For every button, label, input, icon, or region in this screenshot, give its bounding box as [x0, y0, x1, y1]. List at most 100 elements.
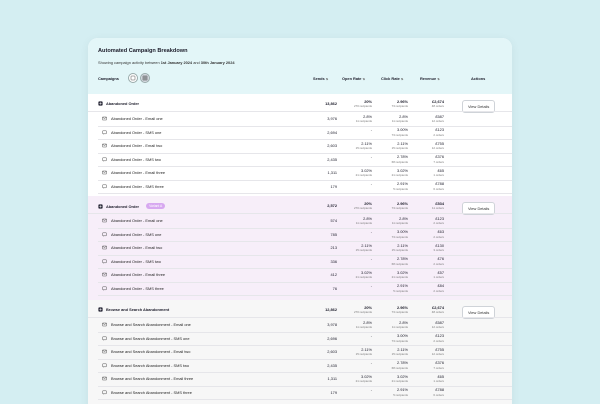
campaign-row[interactable]: Browse and Search Abandonment 12,862 20%… — [88, 303, 512, 319]
click-value: 2.96% — [396, 200, 408, 206]
sub-campaign-row[interactable]: Abandoned Order - Email three 1,311 3.02… — [88, 166, 512, 180]
sends-cell: 3,978 — [307, 322, 337, 327]
click-value: 3.00% — [396, 229, 408, 234]
sub-campaign-row[interactable]: Abandoned Order - SMS two 336 - 2.78% 68… — [88, 255, 512, 269]
sub-campaign-name: Abandoned Order - SMS one — [102, 130, 161, 135]
open-cell: 2.11% 15 recipients — [338, 141, 372, 151]
sends-value: 2,603 — [327, 349, 337, 354]
rev-sub: 11 orders — [432, 206, 444, 210]
rev-cell: £63 2 orders — [410, 229, 444, 239]
col-click-rate[interactable]: Click Rate⇅ — [381, 76, 403, 81]
sub-campaign-row[interactable]: Abandoned Order - Email three 412 3.02% … — [88, 268, 512, 282]
date-start: 1st January 2024 — [160, 60, 193, 65]
sub-campaign-row[interactable]: Abandoned Order - SMS two 2,435 - 2.78% … — [88, 153, 512, 167]
sub-campaign-name: Abandoned Order - SMS three — [102, 184, 164, 189]
click-value: 3.00% — [396, 127, 408, 132]
rev-sub: 1 orders — [433, 173, 444, 177]
variant-badge[interactable]: Variant A — [146, 203, 166, 209]
grid-view-button[interactable] — [140, 73, 150, 83]
column-header-row: Campaigns Sends⇅ Open Rate⇅ Click Rate⇅ … — [98, 73, 502, 87]
sends-value: 2,572 — [327, 203, 337, 208]
sub-campaign-row[interactable]: Abandoned Order - Email one 574 2.8% 11 … — [88, 214, 512, 228]
row-divider — [98, 399, 512, 400]
rev-sub: 6 orders — [433, 186, 444, 191]
sends-value: 3,978 — [327, 322, 337, 327]
click-sub: 5 recipients — [393, 392, 408, 397]
click-cell: 2.96% 73 recipients — [374, 305, 408, 315]
sms-icon — [102, 157, 107, 162]
sub-campaign-row[interactable]: Browse and Search Abandonment - SMS two … — [88, 359, 512, 373]
click-value: 2.78% — [396, 360, 408, 365]
col-open-rate[interactable]: Open Rate⇅ — [342, 76, 365, 81]
rev-value: £57 — [437, 269, 445, 275]
rev-cell: £376 7 orders — [410, 154, 444, 164]
rev-cell: £65 1 orders — [410, 168, 444, 178]
sends-cell: 12,862 — [307, 307, 337, 312]
grid-icon — [142, 75, 148, 81]
rev-sub: 7 orders — [433, 365, 444, 370]
open-value: - — [370, 283, 372, 288]
sends-cell: 336 — [307, 259, 338, 264]
open-cell: 2.8% 11 recipients — [338, 216, 372, 226]
email-icon — [102, 272, 107, 277]
sub-campaign-title: Abandoned Order - Email one — [111, 218, 163, 223]
sub-campaign-row[interactable]: Abandoned Order - Email two 2,603 2.11% … — [88, 139, 512, 153]
sort-icon: ⇅ — [362, 77, 365, 81]
sub-campaign-row[interactable]: Browse and Search Abandonment - SMS thre… — [88, 386, 512, 400]
sub-campaign-row[interactable]: Browse and Search Abandonment - Email tw… — [88, 345, 512, 359]
open-value: - — [370, 229, 372, 234]
list-view-button[interactable] — [128, 73, 138, 83]
click-cell: 2.11% 15 recipients — [374, 243, 408, 253]
sub-campaign-row[interactable]: Abandoned Order - SMS three 179 - 2.91% … — [88, 180, 512, 194]
open-cell: 20% 270 recipients — [338, 201, 372, 211]
campaign-row[interactable]: Abandoned Order 13,862 20% 270 recipient… — [88, 97, 512, 113]
click-value: 3.02% — [396, 373, 408, 379]
rev-value: £76 — [437, 256, 445, 261]
sends-value: 12,862 — [325, 307, 337, 312]
sub-campaign-row[interactable]: Abandoned Order - SMS three 76 - 2.91% 5… — [88, 282, 512, 296]
sms-icon — [102, 286, 107, 291]
sends-cell: 785 — [307, 232, 338, 237]
sub-campaign-title: Browse and Search Abandonment - Email th… — [111, 376, 194, 381]
sub-campaign-row[interactable]: Browse and Search Abandonment - Email on… — [88, 318, 512, 332]
sub-campaign-row[interactable]: Abandoned Order - SMS one 2,694 - 3.00% … — [88, 126, 512, 140]
open-value: 2.11% — [361, 140, 372, 146]
open-value: - — [370, 127, 372, 132]
sub-campaign-row[interactable]: Browse and Search Abandonment - Email th… — [88, 372, 512, 386]
click-sub: 15 recipients — [391, 352, 408, 356]
sends-cell: 13,862 — [307, 101, 337, 106]
click-cell: 2.78% 68 recipients — [374, 154, 408, 164]
click-sub: 15 recipients — [391, 248, 408, 252]
col-sends[interactable]: Sends⇅ — [313, 76, 328, 81]
click-cell: 3.02% 21 recipients — [374, 374, 408, 384]
sms-icon — [102, 390, 107, 395]
click-value: 2.91% — [396, 387, 408, 392]
sub-campaign-row[interactable]: Abandoned Order - SMS one 785 - 3.00% 73… — [88, 228, 512, 242]
campaign-title: Browse and Search Abandonment — [106, 307, 170, 312]
sub-campaign-title: Abandoned Order - Email three — [111, 170, 166, 175]
open-value: 2.8% — [363, 215, 372, 221]
sub-campaign-row[interactable]: Abandoned Order - Email two 213 2.11% 15… — [88, 241, 512, 255]
sub-campaign-title: Browse and Search Abandonment - SMS two — [111, 362, 190, 368]
campaign-group: Abandoned Order Variant A 2,572 20% 270 … — [88, 196, 512, 300]
click-sub: 11 recipients — [391, 325, 408, 329]
open-sub: 15 recipients — [355, 146, 372, 150]
rev-sub: 2 orders — [433, 288, 444, 293]
rev-sub: 48 orders — [431, 310, 444, 314]
sub-campaign-row[interactable]: Abandoned Order - Email one 3,976 2.8% 1… — [88, 112, 512, 126]
sub-campaign-title: Abandoned Order - SMS one — [111, 231, 162, 237]
open-cell: - — [338, 127, 372, 132]
open-value: 20% — [364, 200, 372, 206]
col-campaigns: Campaigns — [98, 76, 119, 81]
rev-sub: 2 orders — [433, 132, 444, 137]
sends-value: 2,694 — [327, 129, 337, 135]
col-revenue[interactable]: Revenue⇅ — [420, 76, 440, 81]
sends-value: 412 — [330, 272, 338, 277]
sub-campaign-row[interactable]: Browse and Search Abandonment - SMS one … — [88, 332, 512, 346]
email-icon — [102, 218, 107, 223]
click-cell: 2.91% 5 recipients — [374, 181, 408, 191]
sends-cell: 2,694 — [307, 130, 337, 135]
subtitle-mid: and — [193, 60, 200, 65]
campaign-row[interactable]: Abandoned Order Variant A 2,572 20% 270 … — [88, 199, 512, 215]
open-value: - — [370, 333, 372, 338]
